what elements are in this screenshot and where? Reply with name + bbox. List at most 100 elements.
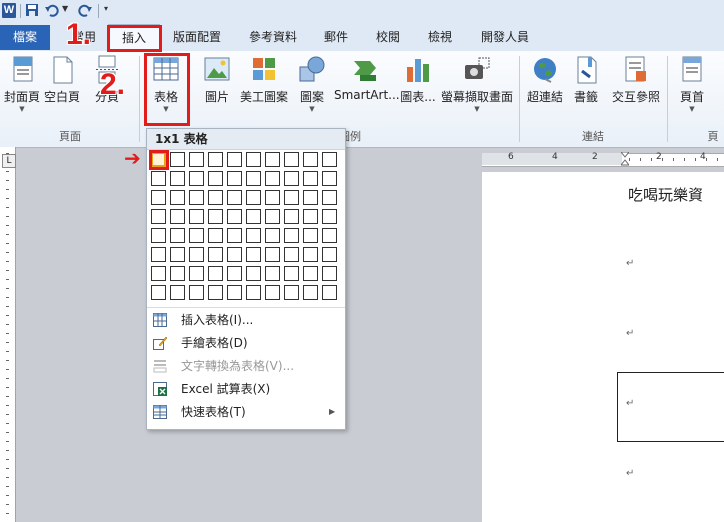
table-grid-cell[interactable] [227, 228, 242, 243]
table-grid-cell[interactable] [189, 171, 204, 186]
table-grid-cell[interactable] [170, 209, 185, 224]
table-grid-cell[interactable] [322, 266, 337, 281]
table-grid-cell[interactable] [189, 152, 204, 167]
clip-art-button[interactable]: 美工圖案 [238, 55, 290, 105]
table-grid-cell[interactable] [284, 190, 299, 205]
table-grid-cell[interactable] [170, 228, 185, 243]
table-grid-cell[interactable] [322, 152, 337, 167]
table-grid-cell[interactable] [265, 171, 280, 186]
tab-developer[interactable]: 開發人員 [474, 24, 536, 51]
table-grid-cell[interactable] [170, 247, 185, 262]
table-grid-cell[interactable] [208, 171, 223, 186]
save-icon[interactable] [25, 3, 39, 19]
table-grid-cell[interactable] [284, 266, 299, 281]
table-grid-cell[interactable] [151, 247, 166, 262]
table-grid-cell[interactable] [151, 171, 166, 186]
shapes-button[interactable]: 圖案 ▼ [294, 55, 330, 113]
table-grid-cell[interactable] [265, 190, 280, 205]
table-grid-cell[interactable] [246, 209, 261, 224]
table-grid-cell[interactable] [227, 247, 242, 262]
table-grid-cell[interactable] [189, 190, 204, 205]
table-grid-cell[interactable] [227, 285, 242, 300]
table-grid-cell[interactable] [322, 190, 337, 205]
table-grid-cell[interactable] [265, 266, 280, 281]
table-grid-cell[interactable] [265, 152, 280, 167]
picture-button[interactable]: 圖片 [198, 55, 236, 105]
redo-icon[interactable] [78, 3, 92, 19]
cover-page-button[interactable]: 封面頁 ▼ [2, 55, 42, 113]
table-grid-cell[interactable] [189, 266, 204, 281]
table-grid-cell[interactable] [265, 228, 280, 243]
excel-spreadsheet-menu-item[interactable]: Excel 試算表(X) [147, 378, 345, 400]
table-grid-cell[interactable] [151, 209, 166, 224]
quick-tables-menu-item[interactable]: 快速表格(T) ▶ [147, 401, 345, 423]
bookmark-button[interactable]: 書籤 [568, 55, 604, 105]
table-grid-cell[interactable] [170, 152, 185, 167]
tab-review[interactable]: 校閱 [370, 24, 406, 51]
table-grid-cell[interactable] [227, 209, 242, 224]
table-grid-cell[interactable] [265, 209, 280, 224]
table-grid-cell[interactable] [170, 171, 185, 186]
table-grid-cell[interactable] [246, 285, 261, 300]
table-grid-cell[interactable] [246, 190, 261, 205]
table-grid-cell[interactable] [322, 228, 337, 243]
table-grid-cell[interactable] [284, 285, 299, 300]
table-grid-cell[interactable] [303, 228, 318, 243]
table-grid-cell[interactable] [265, 247, 280, 262]
table-grid-cell[interactable] [151, 285, 166, 300]
screenshot-button[interactable]: 螢幕擷取畫面 ▼ [438, 55, 516, 113]
tab-mailings[interactable]: 郵件 [318, 24, 354, 51]
indent-marker-icon[interactable] [619, 151, 631, 166]
table-grid-cell[interactable] [151, 266, 166, 281]
chart-button[interactable]: 圖表... [400, 55, 436, 105]
table-grid-cell[interactable] [303, 152, 318, 167]
table-grid-cell[interactable] [303, 285, 318, 300]
table-grid-cell[interactable] [284, 247, 299, 262]
table-grid-cell[interactable] [189, 285, 204, 300]
table-grid-cell[interactable] [322, 247, 337, 262]
table-grid-cell[interactable] [246, 171, 261, 186]
table-grid-cell[interactable] [303, 190, 318, 205]
table-grid-cell[interactable] [189, 247, 204, 262]
insert-table-menu-item[interactable]: 插入表格(I)... [147, 309, 345, 331]
table-grid-cell[interactable] [246, 266, 261, 281]
table-grid-picker[interactable] [151, 152, 341, 304]
table-grid-cell[interactable] [151, 190, 166, 205]
table-grid-cell[interactable] [208, 209, 223, 224]
table-grid-cell[interactable] [189, 209, 204, 224]
table-grid-cell[interactable] [170, 190, 185, 205]
table-grid-cell[interactable] [322, 285, 337, 300]
tab-page-layout[interactable]: 版面配置 [166, 24, 228, 51]
header-button[interactable]: 頁首 ▼ [672, 55, 712, 113]
table-grid-cell[interactable] [284, 171, 299, 186]
tab-references[interactable]: 參考資料 [240, 24, 306, 51]
tab-selector-button[interactable]: L [2, 154, 16, 168]
undo-dropdown-icon[interactable]: ▼ [62, 4, 68, 13]
table-grid-cell[interactable] [208, 152, 223, 167]
tab-file[interactable]: 檔案 [0, 25, 50, 50]
table-grid-cell[interactable] [227, 152, 242, 167]
table-grid-cell[interactable] [265, 285, 280, 300]
hyperlink-button[interactable]: 超連結 [524, 55, 566, 105]
table-grid-cell[interactable] [284, 209, 299, 224]
table-grid-cell[interactable] [208, 285, 223, 300]
blank-page-button[interactable]: 空白頁 [42, 55, 82, 105]
convert-text-to-table-menu-item[interactable]: 文字轉換為表格(V)... [147, 355, 345, 377]
table-grid-cell[interactable] [303, 266, 318, 281]
table-grid-cell[interactable] [208, 247, 223, 262]
table-grid-cell[interactable] [189, 228, 204, 243]
table-grid-cell[interactable] [208, 190, 223, 205]
table-grid-cell[interactable] [322, 209, 337, 224]
tab-view[interactable]: 檢視 [422, 24, 458, 51]
table-grid-cell[interactable] [208, 266, 223, 281]
document-page[interactable] [482, 172, 724, 522]
table-grid-cell[interactable] [227, 266, 242, 281]
table-grid-cell[interactable] [170, 266, 185, 281]
table-grid-cell[interactable] [151, 228, 166, 243]
customize-qat-icon[interactable]: ▾ [104, 4, 108, 13]
table-grid-cell[interactable] [284, 152, 299, 167]
table-grid-cell[interactable] [227, 190, 242, 205]
table-grid-cell[interactable] [246, 228, 261, 243]
table-grid-cell[interactable] [170, 285, 185, 300]
table-grid-cell[interactable] [246, 152, 261, 167]
